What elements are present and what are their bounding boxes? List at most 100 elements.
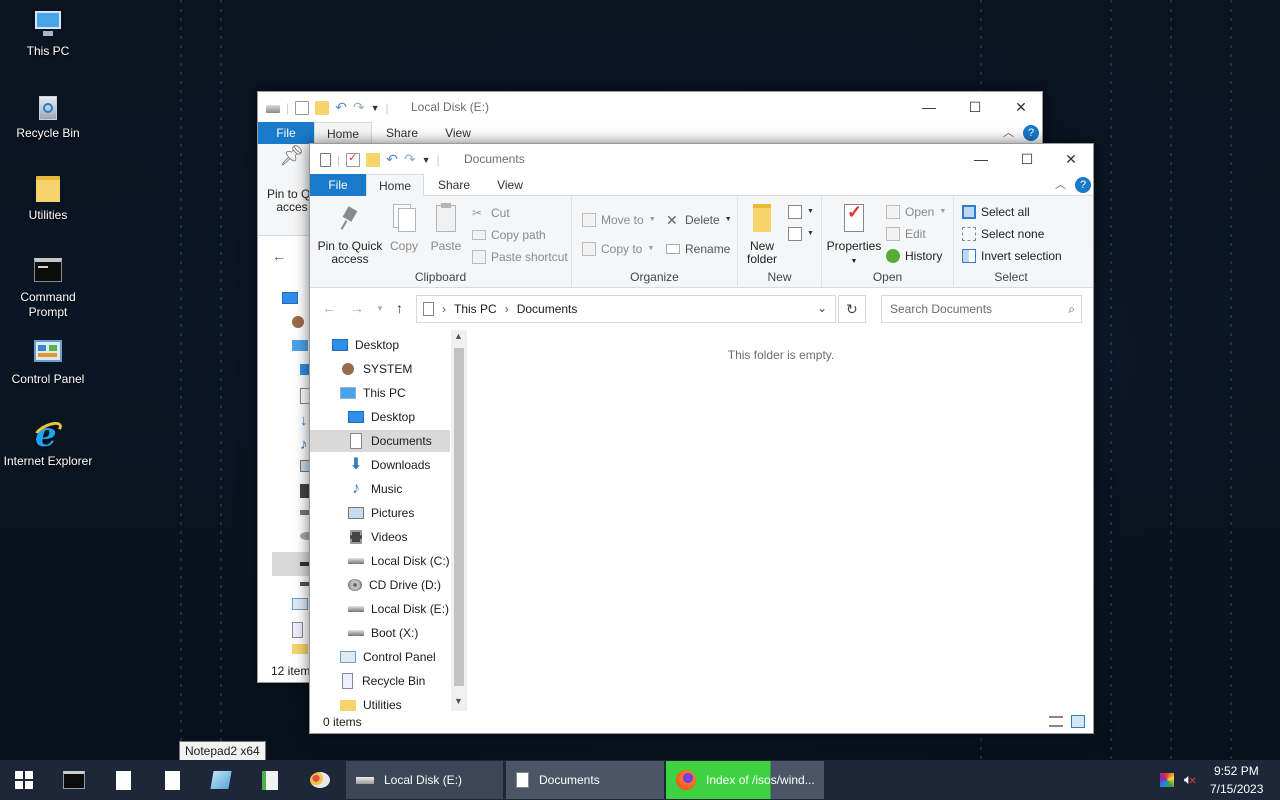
copy-path-button[interactable]: Copy path <box>472 225 546 245</box>
taskbar-task-documents[interactable]: Documents <box>506 761 664 799</box>
undo-icon[interactable]: ↶ <box>386 151 398 168</box>
taskbar-notepad[interactable] <box>246 760 294 800</box>
details-view-icon[interactable] <box>1049 716 1063 727</box>
paste-shortcut-button[interactable]: Paste shortcut <box>472 247 568 267</box>
taskbar-notepad2[interactable] <box>197 760 245 800</box>
tab-home[interactable]: Home <box>314 122 372 145</box>
file-list[interactable]: This folder is empty. <box>470 330 1092 712</box>
search-input[interactable]: Search Documents ⌕ <box>881 295 1082 323</box>
minimize-button[interactable]: — <box>958 144 1004 174</box>
desktop-icon-this-pc[interactable]: This PC <box>0 8 96 59</box>
new-folder-icon[interactable] <box>315 100 330 115</box>
close-button[interactable]: ✕ <box>998 92 1044 122</box>
nav-item-videos[interactable]: Videos <box>310 526 450 548</box>
pin-to-quick-access-button[interactable]: Pin to Quick access <box>314 202 386 266</box>
tab-share[interactable]: Share <box>374 122 430 144</box>
chevron-down-icon[interactable]: ▼ <box>371 103 380 113</box>
history-button[interactable]: History <box>886 246 942 266</box>
select-all-button[interactable]: Select all <box>962 202 1030 222</box>
taskbar-file-1[interactable] <box>99 760 147 800</box>
tab-view[interactable]: View <box>482 174 538 196</box>
nav-item-boot-x[interactable]: Boot (X:) <box>310 622 450 644</box>
nav-item-utilities[interactable]: Utilities <box>310 694 450 712</box>
back-arrow-icon[interactable]: ← <box>272 248 286 264</box>
rename-button[interactable]: Rename <box>666 239 730 259</box>
clock-date[interactable]: 7/15/2023 <box>1210 782 1263 796</box>
redo-icon[interactable]: ↷ <box>404 151 416 168</box>
undo-icon[interactable]: ↶ <box>335 99 347 116</box>
paste-button[interactable]: Paste <box>426 202 466 253</box>
refresh-button[interactable]: ↻ <box>838 295 866 323</box>
tab-file[interactable]: File <box>310 174 366 196</box>
taskbar-file-2[interactable] <box>148 760 196 800</box>
invert-selection-button[interactable]: Invert selection <box>962 246 1062 266</box>
properties-button[interactable]: ✓ Properties ▼ <box>826 202 882 268</box>
start-button[interactable] <box>0 760 48 800</box>
nav-item-desktop[interactable]: Desktop <box>310 334 450 356</box>
breadcrumb-documents[interactable]: Documents <box>517 302 578 316</box>
select-none-button[interactable]: Select none <box>962 224 1044 244</box>
explorer-window-documents[interactable]: | ✓ ↶ ↷ ▼ | Documents — ☐ ✕ File Home Sh… <box>309 143 1094 734</box>
nav-item-control-panel[interactable]: Control Panel <box>310 646 450 668</box>
properties-icon[interactable] <box>295 100 310 115</box>
nav-item-local-disk-c[interactable]: Local Disk (C:) <box>310 550 450 572</box>
edit-button[interactable]: Edit <box>886 224 926 244</box>
collapse-ribbon-icon[interactable]: ︿ <box>1003 124 1014 140</box>
new-item-button[interactable]: ▼ <box>788 202 814 222</box>
large-icons-view-icon[interactable] <box>1071 715 1085 728</box>
scroll-up-icon[interactable]: ▲ <box>454 331 463 341</box>
nav-item-music[interactable]: ♪ Music <box>310 478 450 500</box>
address-bar[interactable]: › This PC › Documents ⌄ <box>416 295 836 323</box>
nav-item-system[interactable]: SYSTEM <box>310 358 450 380</box>
desktop-icon-command-prompt[interactable]: Command Prompt <box>0 254 96 320</box>
nav-item-recycle-bin[interactable]: Recycle Bin <box>310 670 450 692</box>
clock-time[interactable]: 9:52 PM <box>1214 764 1259 778</box>
desktop-icon-recycle-bin[interactable]: Recycle Bin <box>0 90 96 141</box>
cut-button[interactable]: ✂ Cut <box>472 203 510 223</box>
maximize-button[interactable]: ☐ <box>1004 144 1050 174</box>
help-icon[interactable]: ? <box>1023 125 1039 141</box>
breadcrumb-this-pc[interactable]: This PC <box>454 302 497 316</box>
recent-locations-icon[interactable]: ▼ <box>376 304 384 313</box>
copy-button[interactable]: Copy <box>386 202 422 253</box>
new-folder-icon[interactable] <box>366 152 381 167</box>
up-arrow-icon[interactable]: ↑ <box>396 300 403 316</box>
chevron-down-icon[interactable]: ▼ <box>422 155 431 165</box>
nav-item-desktop[interactable]: Desktop <box>310 406 450 428</box>
nav-item-downloads[interactable]: ⬇ Downloads <box>310 454 450 476</box>
nav-scrollbar[interactable]: ▲ ▼ <box>451 330 467 712</box>
close-button[interactable]: ✕ <box>1048 144 1094 174</box>
scroll-down-icon[interactable]: ▼ <box>454 696 463 706</box>
taskbar-command-prompt[interactable] <box>50 760 98 800</box>
redo-icon[interactable]: ↷ <box>353 99 365 116</box>
tab-file[interactable]: File <box>258 122 314 144</box>
nav-item-pictures[interactable]: Pictures <box>310 502 450 524</box>
new-folder-button[interactable]: New folder <box>742 202 782 266</box>
nav-item-local-disk-e[interactable]: Local Disk (E:) <box>310 598 450 620</box>
move-to-button[interactable]: Move to ▼ <box>582 210 656 230</box>
desktop-icon-utilities[interactable]: Utilities <box>0 172 96 223</box>
taskbar-task-local-disk[interactable]: Local Disk (E:) <box>346 761 503 799</box>
collapse-ribbon-icon[interactable]: ︿ <box>1055 176 1066 192</box>
desktop-icon-control-panel[interactable]: Control Panel <box>0 336 96 387</box>
scrollbar-thumb[interactable] <box>454 348 464 686</box>
back-arrow-icon[interactable]: ← <box>322 300 336 316</box>
forward-arrow-icon[interactable]: → <box>350 300 364 316</box>
copy-to-button[interactable]: Copy to ▼ <box>582 239 654 259</box>
color-app-icon[interactable] <box>1160 773 1174 787</box>
maximize-button[interactable]: ☐ <box>952 92 998 122</box>
easy-access-button[interactable]: ▼ <box>788 224 814 244</box>
title-bar[interactable]: | ↶ ↷ ▼ | Local Disk (E:) — ☐ ✕ <box>258 92 1042 122</box>
tab-home[interactable]: Home <box>366 174 424 197</box>
nav-item-cd-drive-d[interactable]: CD Drive (D:) <box>310 574 450 596</box>
delete-button[interactable]: ✕ Delete ▼ <box>666 210 732 230</box>
nav-item-this-pc[interactable]: This PC <box>310 382 450 404</box>
tab-view[interactable]: View <box>430 122 486 144</box>
properties-icon[interactable]: ✓ <box>346 152 361 167</box>
desktop-icon-internet-explorer[interactable]: e Internet Explorer <box>0 418 96 469</box>
volume-muted-icon[interactable]: 🔈︎✕ <box>1184 771 1197 788</box>
help-icon[interactable]: ? <box>1075 177 1091 193</box>
taskbar-task-firefox[interactable]: Index of /isos/wind... <box>666 761 824 799</box>
taskbar-paint[interactable] <box>296 760 344 800</box>
tab-share[interactable]: Share <box>426 174 482 196</box>
